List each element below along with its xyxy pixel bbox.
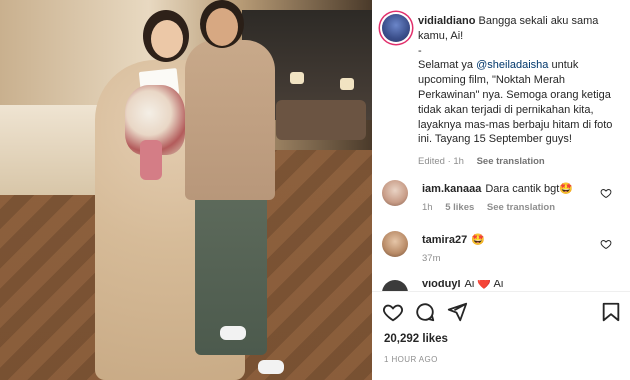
comment-item: vioduyl Ai ❤️ Ai: [382, 280, 622, 291]
commenter-username[interactable]: iam.kanaaa: [422, 183, 481, 195]
comment-heart-icon[interactable]: [600, 238, 612, 250]
post-caption: vidialdiano Bangga sekali aku sama kamu,…: [418, 14, 623, 170]
author-avatar[interactable]: [382, 14, 410, 42]
photo-lamp: [290, 72, 304, 84]
comment-body: vioduyl Ai ❤️ Ai: [422, 280, 602, 291]
photo-shoe: [220, 326, 246, 340]
commenter-username[interactable]: vioduyl: [422, 280, 461, 290]
photo-ribbon: [140, 140, 162, 180]
photo-shoe: [258, 360, 284, 374]
comment-body: iam.kanaaa Dara cantik bgt🤩: [422, 182, 602, 196]
photo-woman-face: [151, 20, 183, 58]
comment-see-translation[interactable]: See translation: [487, 202, 555, 213]
photo-lamp: [340, 78, 354, 90]
caption-mention-link[interactable]: @sheiladaisha: [476, 59, 548, 71]
comment-time: 37m: [422, 253, 441, 264]
post-timestamp: 1 HOUR AGO: [384, 355, 438, 364]
comment-text: 🤩: [471, 234, 485, 246]
paper-plane-icon[interactable]: [446, 301, 468, 323]
comment-time: 1h: [422, 202, 433, 213]
actions-divider: [372, 291, 630, 292]
comment-icon[interactable]: [414, 301, 436, 323]
caption-text-start: Selamat ya: [418, 59, 477, 72]
comment-text: Dara cantik bgt🤩: [485, 183, 574, 195]
comment-meta: 1h 5 likes See translation: [422, 202, 555, 213]
comment-text: Ai ❤️ Ai: [464, 280, 504, 290]
caption-meta: Edited · 1h See translation: [418, 155, 623, 170]
post-detail-panel: vidialdiano Bangga sekali aku sama kamu,…: [372, 0, 630, 380]
caption-edited-time: Edited · 1h: [418, 156, 464, 168]
commenter-avatar[interactable]: [382, 280, 408, 291]
likes-count[interactable]: 20,292 likes: [384, 333, 448, 345]
caption-dash: -: [418, 44, 422, 57]
commenter-username[interactable]: tamira27: [422, 234, 467, 246]
post-actions-bar: [372, 298, 630, 326]
comment-item: tamira27 🤩 37m: [382, 231, 622, 271]
commenter-avatar[interactable]: [382, 231, 408, 257]
comment-body: tamira27 🤩: [422, 233, 602, 247]
comment-likes[interactable]: 5 likes: [445, 202, 474, 213]
post-photo[interactable]: [0, 0, 372, 380]
comment-heart-icon[interactable]: [600, 187, 612, 199]
bookmark-icon[interactable]: [600, 301, 622, 323]
heart-icon[interactable]: [382, 301, 404, 323]
photo-sofa: [276, 100, 366, 140]
caption-text-end: untuk upcoming film, "Noktah Merah Perka…: [418, 59, 613, 146]
commenter-avatar[interactable]: [382, 180, 408, 206]
photo-man-face: [206, 8, 238, 46]
comment-meta: 37m: [422, 253, 440, 264]
author-username[interactable]: vidialdiano: [418, 15, 475, 27]
photo-man-shirt: [185, 40, 275, 200]
caption-see-translation[interactable]: See translation: [477, 156, 545, 167]
comment-item: iam.kanaaa Dara cantik bgt🤩 1h 5 likes Se…: [382, 180, 622, 220]
